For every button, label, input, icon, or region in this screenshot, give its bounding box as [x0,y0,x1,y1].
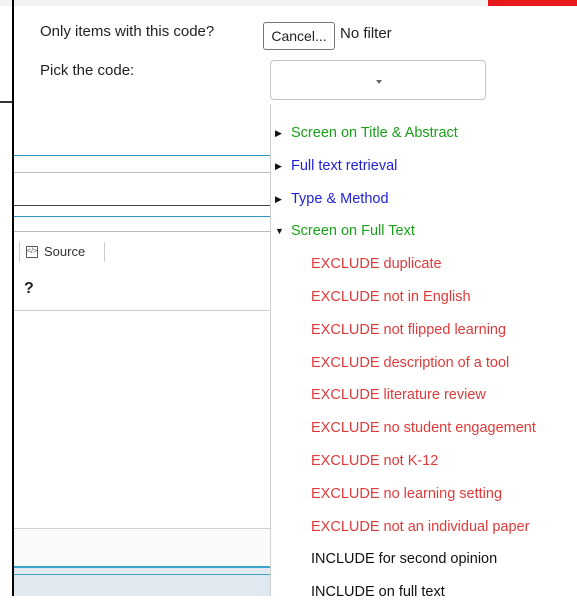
tree-child-item[interactable]: EXCLUDE no student engagement [311,415,536,441]
background-gray-line [14,172,276,173]
filter-value: No filter [340,25,392,42]
background-teal-line [14,216,276,217]
tree-item-label: Screen on Title & Abstract [291,125,458,141]
collapsed-arrow-icon[interactable]: ▶ [275,120,282,146]
tree-child-item[interactable]: INCLUDE on full text [311,579,445,605]
toolbar-separator [19,242,20,262]
tree-child-item[interactable]: EXCLUDE not K-12 [311,448,438,474]
collapsed-arrow-icon[interactable]: ▶ [275,153,282,179]
collapsed-arrow-icon[interactable]: ▶ [275,186,282,212]
tree-item-label: Full text retrieval [291,157,398,174]
code-tree-dropdown: ▶ Screen on Title & Abstract ▶ Full text re… [270,104,577,600]
source-button-label[interactable]: Source [44,244,85,259]
tree-child-item[interactable]: EXCLUDE not flipped learning [311,317,506,343]
editor-toolbar: </> Source [14,232,276,272]
tree-child-item[interactable]: EXCLUDE no learning setting [311,481,502,507]
editor-area-border [14,310,276,311]
tree-item-3[interactable]: ▼ Screen on Full Text [271,218,577,244]
background-input-field[interactable] [14,205,276,206]
window-left-border [12,0,14,596]
tree-item-0[interactable]: ▶ Screen on Title & Abstract [271,120,577,146]
tree-child-item[interactable]: EXCLUDE literature review [311,382,486,408]
toolbar-separator [104,242,105,262]
background-teal-line [14,155,276,156]
tree-child-item[interactable]: EXCLUDE not in English [311,284,471,310]
cancel-filter-button[interactable]: Cancel... [263,22,335,50]
tree-item-label: Type & Method [291,190,389,207]
tree-item-1[interactable]: ▶ Full text retrieval [271,153,577,179]
pick-code-label: Pick the code: [40,62,135,79]
tree-child-item[interactable]: EXCLUDE duplicate [311,251,442,277]
editor-footer [14,528,276,569]
filter-label: Only items with this code? [40,23,215,40]
tree-item-label: Screen on Full Text [291,223,415,240]
source-icon[interactable]: </> [26,246,38,258]
background-bottom-band [14,566,276,596]
expanded-arrow-icon[interactable]: ▼ [275,218,284,244]
tree-child-item[interactable]: EXCLUDE description of a tool [311,350,509,376]
code-select[interactable] [270,60,486,100]
tree-child-item[interactable]: EXCLUDE not an individual paper [311,514,529,540]
tree-item-2[interactable]: ▶ Type & Method [271,186,577,212]
tree-child-item[interactable]: INCLUDE for second opinion [311,546,497,572]
chevron-down-icon [376,80,382,84]
help-icon[interactable]: ? [24,280,34,298]
